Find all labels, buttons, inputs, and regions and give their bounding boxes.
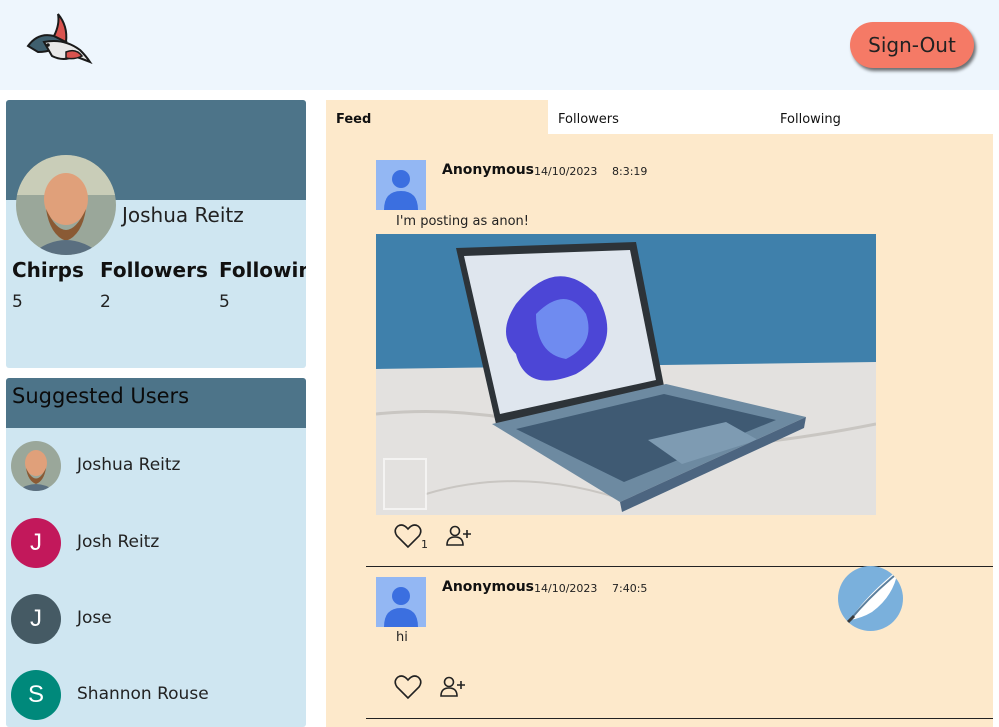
post-time: 8:3:19 — [612, 165, 648, 178]
post-date: 14/10/2023 — [534, 582, 598, 595]
post-avatar[interactable] — [376, 160, 426, 210]
suggested-user-name: Shannon Rouse — [77, 684, 209, 704]
heart-icon[interactable] — [394, 674, 422, 700]
avatar: S — [11, 670, 61, 720]
post-avatar[interactable] — [376, 577, 426, 627]
avatar: J — [11, 518, 61, 568]
suggested-user-row[interactable]: J Josh Reitz — [11, 518, 301, 570]
profile-name: Joshua Reitz — [122, 203, 244, 227]
post-image[interactable] — [376, 234, 876, 515]
follow-user-icon[interactable] — [446, 525, 472, 547]
signout-button[interactable]: Sign-Out — [850, 22, 974, 68]
stat-value-chirps: 5 — [12, 292, 23, 312]
suggested-user-row[interactable]: Joshua Reitz — [11, 441, 301, 493]
tab-followers[interactable]: Followers — [548, 100, 770, 134]
avatar — [11, 441, 61, 491]
compose-chirp-button[interactable] — [838, 566, 903, 631]
follow-user-icon[interactable] — [440, 676, 466, 698]
top-bar: Sign-Out — [0, 0, 999, 90]
suggested-users-card: Suggested Users Joshua Reitz J Josh Reit… — [6, 378, 306, 727]
feed-area: Feed Followers Following Anonymous 14/10… — [326, 100, 999, 727]
post-author[interactable]: Anonymous — [442, 579, 534, 595]
stat-value-following: 5 — [219, 292, 230, 312]
stat-label-following: Following — [219, 258, 306, 282]
suggested-user-name: Joshua Reitz — [77, 455, 181, 475]
feather-compose-icon — [844, 570, 898, 626]
post-author[interactable]: Anonymous — [442, 162, 534, 178]
suggested-users-header: Suggested Users — [6, 378, 306, 428]
suggested-user-row[interactable]: J Jose — [11, 594, 301, 646]
stat-label-followers: Followers — [100, 258, 208, 282]
stat-value-followers: 2 — [100, 292, 111, 312]
suggested-user-name: Jose — [77, 608, 112, 628]
tab-following[interactable]: Following — [770, 100, 993, 134]
profile-card: Joshua Reitz Chirps Followers Following … — [6, 100, 306, 368]
tab-feed[interactable]: Feed — [326, 100, 548, 134]
like-count: 1 — [421, 538, 428, 551]
post-text: hi — [396, 630, 408, 645]
swallow-bird-logo-icon[interactable] — [24, 12, 94, 68]
post-date: 14/10/2023 — [534, 165, 598, 178]
post-divider — [366, 718, 993, 719]
avatar: J — [11, 594, 61, 644]
suggested-users-title: Suggested Users — [12, 384, 190, 408]
stat-label-chirps: Chirps — [12, 258, 84, 282]
profile-avatar[interactable] — [16, 155, 116, 255]
post-time: 7:40:5 — [612, 582, 648, 595]
post-item: Anonymous 14/10/2023 8:3:19 I'm posting … — [366, 134, 993, 567]
suggested-user-row[interactable]: S Shannon Rouse — [11, 670, 301, 722]
feed-list: Anonymous 14/10/2023 8:3:19 I'm posting … — [326, 134, 993, 727]
post-text: I'm posting as anon! — [396, 214, 529, 229]
heart-icon[interactable] — [394, 523, 422, 549]
suggested-user-name: Josh Reitz — [77, 532, 160, 552]
